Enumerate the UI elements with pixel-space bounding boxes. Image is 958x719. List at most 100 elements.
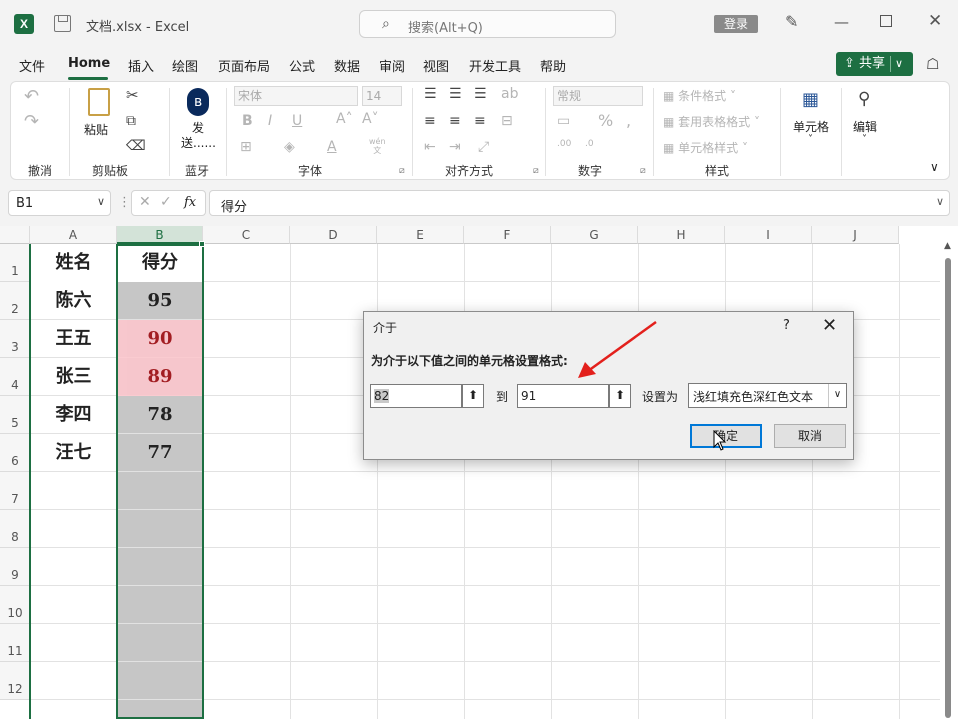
font-shrink-icon[interactable]: A˅ xyxy=(362,111,379,127)
scroll-up-icon[interactable]: ▲ xyxy=(944,241,951,251)
paste-icon[interactable] xyxy=(88,88,110,116)
tab-data[interactable]: 数据 xyxy=(334,56,360,75)
decrease-decimal-icon[interactable]: .0 xyxy=(585,139,594,149)
search-box[interactable]: ⌕ 搜索(Alt+Q) xyxy=(359,10,616,38)
pen-icon[interactable]: ✎ xyxy=(785,12,798,31)
bluetooth-icon[interactable]: ʙ xyxy=(187,88,209,116)
orientation-icon[interactable]: ⤢ xyxy=(478,139,489,155)
name-cell[interactable]: 汪七 xyxy=(30,434,117,472)
font-size-dropdown[interactable]: 14 xyxy=(362,86,402,106)
row-header[interactable]: 2 xyxy=(0,282,30,320)
to-value-input[interactable]: 91 xyxy=(517,384,609,408)
name-box[interactable]: B1 ∨ xyxy=(8,190,111,216)
wrap-text-icon[interactable]: ab xyxy=(501,86,518,102)
copy-icon[interactable]: ⧉ xyxy=(126,113,136,129)
underline-icon[interactable]: U xyxy=(292,113,302,129)
share-button[interactable]: ⇪ 共享 ∨ xyxy=(836,52,913,76)
indent-increase-icon[interactable]: ⇥ xyxy=(449,139,461,155)
name-cell[interactable]: 李四 xyxy=(30,396,117,434)
row-header[interactable]: 10 xyxy=(0,586,30,624)
formula-input[interactable]: 得分 xyxy=(209,190,950,216)
tab-file[interactable]: 文件 xyxy=(19,56,45,75)
row-header[interactable]: 8 xyxy=(0,510,30,548)
table-format-button[interactable]: ▦ 套用表格格式 ˅ xyxy=(663,113,760,130)
insert-function-icon[interactable]: fx xyxy=(184,195,196,210)
row-header[interactable]: 3 xyxy=(0,320,30,358)
tab-view[interactable]: 视图 xyxy=(423,56,449,75)
tab-review[interactable]: 审阅 xyxy=(379,56,405,75)
number-format-dropdown[interactable]: 常规 xyxy=(553,86,643,106)
tab-page-layout[interactable]: 页面布局 xyxy=(218,56,270,75)
cut-icon[interactable]: ✂ xyxy=(126,86,139,104)
tab-developer[interactable]: 开发工具 xyxy=(469,56,521,75)
row-header[interactable]: 4 xyxy=(0,358,30,396)
increase-decimal-icon[interactable]: .00 xyxy=(557,139,571,149)
from-collapse-button[interactable]: ⬆ xyxy=(462,384,484,408)
chevron-down-icon[interactable]: ∨ xyxy=(828,384,846,407)
confirm-entry-icon[interactable]: ✓ xyxy=(160,194,172,210)
border-icon[interactable]: ⊞ xyxy=(240,139,252,155)
column-header[interactable]: F xyxy=(464,226,551,244)
tab-home[interactable]: Home xyxy=(68,56,110,71)
tab-draw[interactable]: 绘图 xyxy=(172,56,198,75)
column-header[interactable]: A xyxy=(30,226,117,244)
find-icon[interactable]: ⚲ xyxy=(858,89,870,109)
tab-insert[interactable]: 插入 xyxy=(128,56,154,75)
vertical-scrollbar[interactable]: ▲ xyxy=(940,241,958,719)
format-select[interactable]: 浅红填充色深红色文本 ∨ xyxy=(688,383,847,408)
row-header[interactable]: 5 xyxy=(0,396,30,434)
row-header[interactable]: 11 xyxy=(0,624,30,662)
row-header[interactable]: 12 xyxy=(0,662,30,700)
italic-icon[interactable]: I xyxy=(268,113,272,129)
indent-decrease-icon[interactable]: ⇤ xyxy=(424,139,436,155)
bold-icon[interactable]: B xyxy=(242,113,253,129)
align-middle-icon[interactable]: ☰ xyxy=(449,86,462,102)
comma-icon[interactable]: , xyxy=(626,111,631,130)
score-cell[interactable]: 89 xyxy=(117,358,203,396)
redo-icon[interactable]: ↷ xyxy=(24,111,39,132)
select-all-corner[interactable] xyxy=(0,226,30,244)
chevron-down-icon[interactable]: ˅ xyxy=(808,134,813,145)
minimize-icon[interactable]: — xyxy=(834,13,849,31)
merge-icon[interactable]: ⊟ xyxy=(501,113,513,129)
percent-icon[interactable]: % xyxy=(598,111,613,130)
score-cell[interactable]: 78 xyxy=(117,396,203,434)
tab-formulas[interactable]: 公式 xyxy=(289,56,315,75)
score-cell[interactable]: 90 xyxy=(117,320,203,358)
from-value-input[interactable]: 82 xyxy=(370,384,462,408)
name-cell[interactable]: 王五 xyxy=(30,320,117,358)
conditional-format-button[interactable]: ▦ 条件格式 ˅ xyxy=(663,87,736,104)
fill-color-icon[interactable]: ◈ xyxy=(284,139,295,155)
cells-icon[interactable]: ▦ xyxy=(802,89,819,110)
column-header[interactable]: C xyxy=(203,226,290,244)
font-color-icon[interactable]: A xyxy=(327,139,337,155)
save-icon[interactable] xyxy=(54,15,71,32)
cell-style-button[interactable]: ▦ 单元格样式 ˅ xyxy=(663,139,748,156)
font-dialog-launcher-icon[interactable]: ⧄ xyxy=(399,166,405,176)
cancel-entry-icon[interactable]: ✕ xyxy=(139,194,151,210)
cell-b1-score-header[interactable]: 得分 xyxy=(117,244,203,282)
maximize-icon[interactable] xyxy=(880,15,892,27)
comments-icon[interactable]: ☖ xyxy=(926,55,939,73)
undo-icon[interactable]: ↶ xyxy=(24,86,39,107)
cells-label[interactable]: 单元格 xyxy=(793,118,829,135)
format-painter-icon[interactable]: ⌫ xyxy=(126,138,146,154)
column-header[interactable]: I xyxy=(725,226,812,244)
column-header[interactable]: B xyxy=(117,226,203,244)
column-header[interactable]: D xyxy=(290,226,377,244)
row-header[interactable]: 9 xyxy=(0,548,30,586)
chevron-down-icon[interactable]: ∨ xyxy=(895,52,903,76)
accounting-icon[interactable]: ▭ xyxy=(557,113,570,129)
number-dialog-launcher-icon[interactable]: ⧄ xyxy=(640,166,646,176)
scrollbar-thumb[interactable] xyxy=(945,258,951,718)
column-header[interactable]: E xyxy=(377,226,464,244)
column-header[interactable]: H xyxy=(638,226,725,244)
column-header[interactable]: G xyxy=(551,226,638,244)
column-header[interactable]: J xyxy=(812,226,899,244)
paste-label[interactable]: 粘贴 xyxy=(84,121,108,138)
ribbon-collapse-icon[interactable]: ∨ xyxy=(930,160,939,174)
phonetic-icon[interactable]: wén 文 xyxy=(369,137,386,155)
chevron-down-icon[interactable]: ˅ xyxy=(862,134,867,145)
alignment-dialog-launcher-icon[interactable]: ⧄ xyxy=(533,166,539,176)
align-right-icon[interactable]: ≡ xyxy=(474,113,486,129)
